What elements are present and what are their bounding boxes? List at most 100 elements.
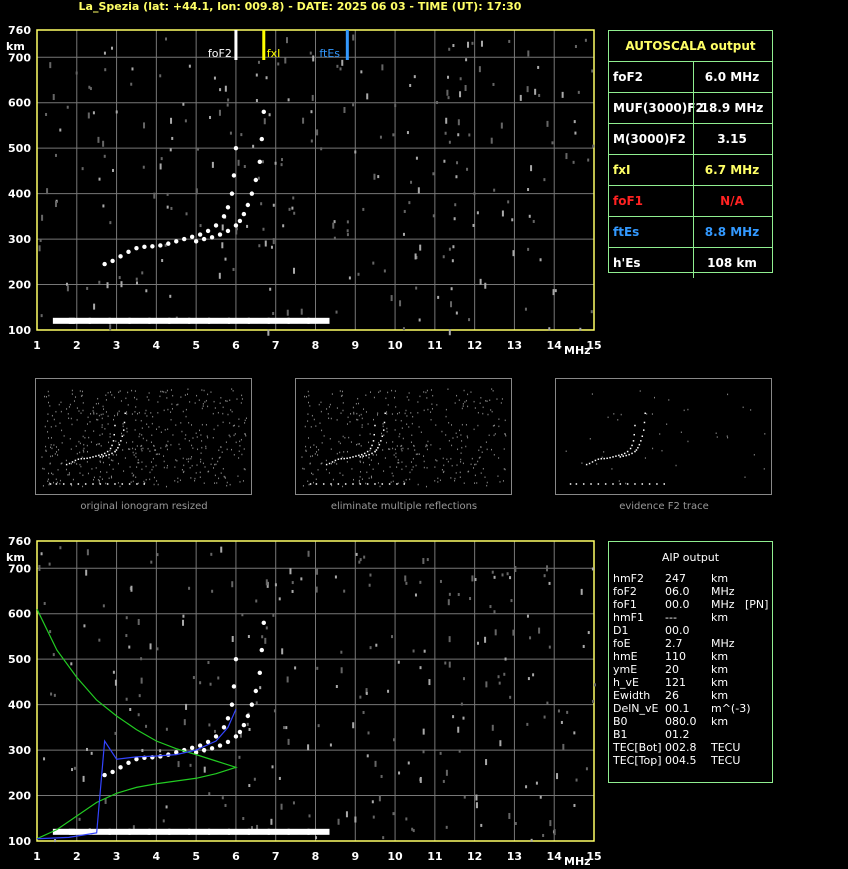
aip-cell: B0 [613, 715, 628, 728]
noise-speckle [445, 117, 448, 124]
noise-speckle [511, 218, 514, 222]
thumb-noise [445, 408, 447, 411]
aip-cell: 247 [665, 572, 686, 585]
y-tick-label: 600 [8, 608, 31, 621]
noise-speckle [493, 575, 496, 579]
thumb-trace-point [136, 483, 138, 485]
thumb-noise [200, 434, 202, 436]
thumb-noise [167, 440, 169, 443]
thumb-noise [135, 419, 137, 421]
thumb-noise [400, 445, 402, 448]
noise-speckle [93, 303, 96, 310]
thumb-noise [240, 402, 242, 404]
thumb-noise [75, 396, 77, 398]
thumb-noise [132, 480, 134, 483]
noise-speckle [479, 278, 482, 285]
thumb-noise [477, 411, 479, 414]
thumb-noise [52, 473, 54, 476]
thumb-noise [72, 478, 74, 481]
thumb-noise [323, 435, 325, 437]
noise-speckle [291, 589, 294, 593]
autoscala-key: foF1 [613, 194, 644, 208]
noise-speckle [419, 244, 422, 251]
noise-speckle [468, 318, 471, 322]
thumb-noise [170, 389, 172, 391]
x-tick-label: 7 [272, 339, 280, 352]
noise-speckle [428, 679, 431, 686]
thumb-noise [500, 402, 502, 404]
thumb-noise [462, 405, 464, 407]
thumb-trace-point [600, 457, 603, 460]
thumb-noise [206, 435, 208, 437]
autoscala-value: 108 km [693, 248, 770, 278]
thumb-noise [149, 450, 151, 453]
thumb-noise [57, 469, 59, 471]
thumb-noise [47, 413, 49, 415]
thumb-noise [405, 465, 407, 468]
thumb-noise [493, 454, 495, 456]
thumb-noise [146, 439, 148, 442]
noise-speckle [462, 716, 465, 720]
thumb-noise [48, 472, 50, 475]
noise-speckle [221, 242, 224, 249]
noise-speckle [422, 728, 425, 735]
noise-speckle [196, 147, 199, 151]
thumb-noise [175, 424, 177, 426]
noise-speckle [284, 57, 287, 64]
noise-speckle [261, 160, 264, 164]
thumb-trace-point [111, 452, 113, 455]
thumb-noise [415, 464, 417, 467]
thumb-noise [51, 455, 53, 457]
noise-speckle [272, 203, 275, 207]
noise-speckle [52, 94, 55, 101]
noise-speckle [82, 775, 85, 782]
thumb-noise [406, 396, 408, 398]
noise-speckle [391, 635, 394, 639]
noise-speckle [195, 188, 198, 195]
thumb-noise [341, 394, 343, 397]
thumb-noise [123, 470, 125, 472]
noise-speckle [203, 766, 206, 773]
noise-speckle [499, 740, 502, 747]
noise-speckle [273, 709, 276, 713]
noise-speckle [138, 694, 141, 698]
thumb-trace-point [55, 483, 58, 485]
thumb-noise [185, 415, 187, 418]
thumb-noise [401, 427, 403, 429]
es-trace-point [168, 317, 191, 324]
thumb-noise [231, 448, 233, 451]
aip-row: B1 01.2 [609, 728, 772, 741]
noise-speckle [548, 327, 551, 331]
thumb-noise [439, 479, 441, 482]
thumb-trace-point [121, 483, 124, 485]
noise-speckle [355, 552, 358, 556]
noise-speckle [177, 761, 180, 768]
noise-speckle [456, 161, 459, 165]
thumb-noise [455, 432, 457, 434]
noise-speckle [125, 616, 128, 620]
thumb-noise [397, 459, 399, 461]
aip-cell: MHz [711, 637, 735, 650]
x-axis-unit-label: MHz [564, 855, 591, 868]
thumb-trace-point [373, 433, 375, 436]
noise-speckle [466, 167, 469, 171]
noise-speckle [552, 289, 555, 296]
thumb-noise [81, 394, 83, 397]
thumb-noise [79, 390, 81, 392]
noise-speckle [246, 224, 249, 228]
noise-speckle [310, 139, 313, 143]
noise-speckle [66, 285, 69, 292]
noise-speckle [363, 555, 366, 559]
thumb-noise [236, 398, 238, 400]
thumb-trace-point [615, 455, 617, 457]
x-tick-label: 6 [232, 339, 240, 352]
thumb-noise [456, 464, 458, 466]
thumb-noise [128, 448, 130, 450]
thumb-noise [129, 466, 131, 468]
thumb-noise [68, 472, 70, 474]
autoscala-row: ftEs 8.8 MHz [609, 217, 772, 248]
thumb-trace-point [121, 435, 124, 437]
thumb-noise [302, 467, 304, 470]
thumb-trace-point [344, 483, 347, 485]
thumb-noise [140, 419, 142, 422]
